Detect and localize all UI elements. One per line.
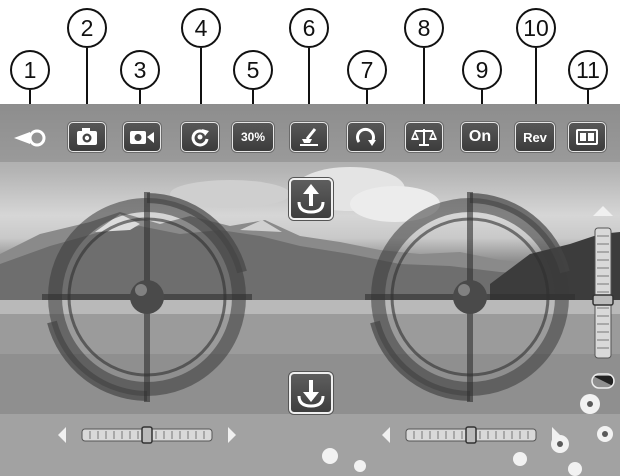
left-joystick[interactable]: [42, 192, 252, 402]
land-arrow-down-icon: [297, 380, 325, 408]
headless-button[interactable]: On: [461, 122, 499, 152]
right-joystick[interactable]: [365, 192, 575, 402]
right-trim-slider[interactable]: [380, 423, 566, 447]
takeoff-arrow-up-icon: [297, 184, 325, 214]
left-joystick-knob: [130, 280, 164, 314]
left-trim-slider[interactable]: [56, 423, 242, 447]
callout-number: 2: [67, 8, 107, 48]
video-icon: [130, 131, 154, 144]
right-trim-thumb: [465, 426, 477, 444]
gyro-calibrate-button[interactable]: [290, 122, 328, 152]
rotate-button[interactable]: [181, 122, 219, 152]
callout-number: 1: [10, 50, 50, 90]
photo-button[interactable]: [68, 122, 106, 152]
split-screen-button[interactable]: [568, 122, 606, 152]
camera-icon: [77, 128, 97, 145]
reverse-label: Rev: [523, 129, 547, 145]
back-button[interactable]: [12, 127, 48, 149]
land-button[interactable]: [289, 372, 333, 414]
callout-number: 9: [462, 50, 502, 90]
takeoff-button[interactable]: [289, 178, 333, 220]
callout-number: 3: [120, 50, 160, 90]
video-button[interactable]: [123, 122, 161, 152]
right-joystick-knob: [453, 280, 487, 314]
reverse-button[interactable]: Rev: [515, 122, 555, 152]
rotate-icon: [191, 129, 209, 147]
speed-label: 30%: [240, 130, 266, 144]
callout-row: 1 2 3 4 5 6 7 8 9 10 11: [0, 0, 620, 140]
callout-number: 11: [568, 50, 608, 90]
left-trim-thumb: [141, 426, 153, 444]
balance-icon: [411, 129, 437, 146]
flip-icon: [356, 127, 376, 146]
callout-number: 8: [404, 8, 444, 48]
callout-number: 4: [181, 8, 221, 48]
vertical-trim-thumb: [592, 294, 614, 306]
balance-button[interactable]: [405, 122, 443, 152]
callout-number: 10: [516, 8, 556, 48]
controller-screen: 30% On Rev: [0, 104, 620, 476]
top-toolbar: 30% On Rev: [0, 104, 620, 162]
vertical-trim-slider[interactable]: [588, 204, 618, 394]
split-screen-icon: [576, 129, 598, 145]
callout-number: 6: [289, 8, 329, 48]
callout-number: 7: [347, 50, 387, 90]
back-icon: [14, 129, 46, 147]
callout-number: 5: [233, 50, 273, 90]
headless-label: On: [468, 128, 492, 145]
speed-button[interactable]: 30%: [232, 122, 274, 152]
gyro-calibrate-icon: [300, 128, 318, 146]
flip-button[interactable]: [347, 122, 385, 152]
